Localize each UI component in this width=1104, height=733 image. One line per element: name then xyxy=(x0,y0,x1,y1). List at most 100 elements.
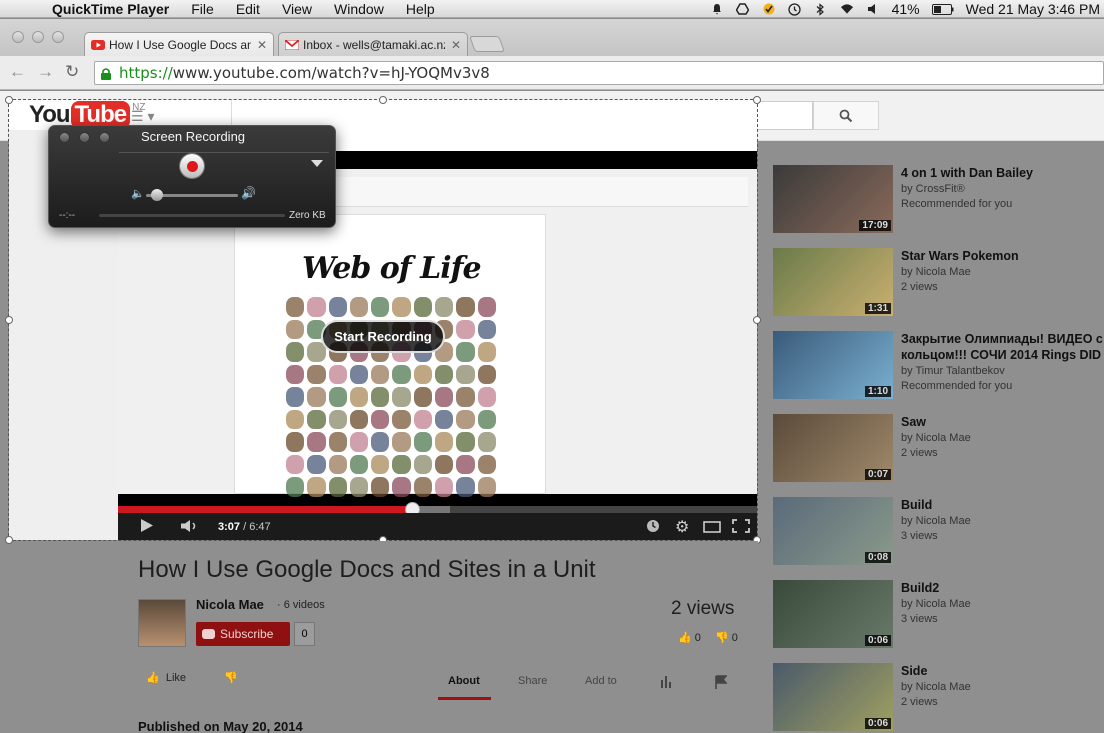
video-thumbnail[interactable]: 1:31 xyxy=(773,248,893,316)
guide-menu-icon[interactable]: ☰ ▾ xyxy=(131,108,154,125)
related-video-title[interactable]: 4 on 1 with Dan Bailey xyxy=(901,165,1104,181)
drive-icon[interactable] xyxy=(736,2,750,16)
tab-close-icon[interactable]: ✕ xyxy=(451,38,461,52)
record-button[interactable] xyxy=(180,154,204,178)
settings-gear-icon[interactable]: ⚙ xyxy=(675,517,689,537)
channel-name[interactable]: Nicola Mae xyxy=(196,597,264,612)
window-zoom-button[interactable] xyxy=(52,31,64,43)
grid-thumbnail xyxy=(456,319,475,340)
resize-handle-e[interactable] xyxy=(753,316,761,324)
related-video-channel[interactable]: by Nicola Mae xyxy=(901,266,971,278)
tab-youtube[interactable]: How I Use Google Docs and Sites in a Uni… xyxy=(84,32,274,56)
address-bar[interactable]: https:// www.youtube.com/watch?v=hJ-YOQM… xyxy=(94,61,1104,85)
related-video-channel[interactable]: by Nicola Mae xyxy=(901,598,971,610)
play-icon[interactable] xyxy=(140,518,154,536)
window-minimize-button[interactable] xyxy=(32,31,44,43)
grid-thumbnail xyxy=(456,387,475,407)
reload-icon[interactable]: ↻ xyxy=(65,62,79,82)
grid-thumbnail xyxy=(413,409,433,430)
hud-divider xyxy=(119,152,329,153)
wifi-icon[interactable] xyxy=(840,2,854,16)
related-video-title[interactable]: Saw xyxy=(901,414,1104,430)
volume-icon[interactable] xyxy=(180,519,200,536)
related-video-title[interactable]: Build xyxy=(901,497,1104,513)
menu-view[interactable]: View xyxy=(271,0,323,18)
back-icon[interactable]: ← xyxy=(9,62,26,82)
subscribe-button[interactable]: Subscribe xyxy=(196,622,290,646)
start-recording-button[interactable]: Start Recording xyxy=(321,320,445,353)
resize-handle-nw[interactable] xyxy=(5,96,13,104)
related-video-title[interactable]: Закрытие Олимпиады! ВИДЕО с кольцом!!! С… xyxy=(901,331,1104,363)
related-video-item[interactable]: 0:06 Build2 by Nicola Mae 3 views xyxy=(773,575,1104,648)
search-button[interactable] xyxy=(813,101,879,130)
related-video-channel[interactable]: by Nicola Mae xyxy=(901,515,971,527)
video-thumbnail[interactable]: 0:08 xyxy=(773,497,893,565)
related-video-title[interactable]: Side xyxy=(901,663,1104,679)
tab-add-to[interactable]: Add to xyxy=(585,675,617,687)
menubar-clock[interactable]: Wed 21 May 3:46 PM xyxy=(966,1,1100,17)
grid-thumbnail xyxy=(477,432,496,452)
window-close-button[interactable] xyxy=(12,31,24,43)
related-video-title[interactable]: Star Wars Pokemon xyxy=(901,248,1104,264)
battery-icon[interactable] xyxy=(931,2,954,16)
resize-handle-w[interactable] xyxy=(5,316,13,324)
video-progress-bar[interactable] xyxy=(118,502,757,517)
video-thumbnail[interactable]: 17:09 xyxy=(773,165,893,233)
related-video-channel[interactable]: by Nicola Mae xyxy=(901,681,971,693)
like-count[interactable]: 👍 0 xyxy=(678,631,701,644)
grid-thumbnail xyxy=(286,297,305,317)
watch-later-icon[interactable] xyxy=(646,519,660,536)
search-icon xyxy=(839,109,853,122)
tab-gmail[interactable]: Inbox - wells@tamaki.ac.nz ✕ xyxy=(278,32,468,56)
fullscreen-icon[interactable] xyxy=(732,519,750,536)
related-video-channel[interactable]: by Timur Talantbekov xyxy=(901,365,1005,377)
norton-icon[interactable] xyxy=(762,2,776,16)
stats-icon[interactable] xyxy=(660,675,674,691)
volume-icon[interactable] xyxy=(866,2,880,16)
screen-recording-window[interactable]: Screen Recording 🔈 🔊 --:-- Zero KB xyxy=(48,125,336,228)
channel-avatar[interactable] xyxy=(138,599,186,647)
menu-app-name[interactable]: QuickTime Player xyxy=(30,0,180,18)
flag-icon[interactable] xyxy=(714,675,728,692)
menu-help[interactable]: Help xyxy=(395,0,446,18)
resize-handle-ne[interactable] xyxy=(753,96,761,104)
menu-file[interactable]: File xyxy=(180,0,225,18)
forward-icon[interactable]: → xyxy=(37,62,54,82)
dislike-button[interactable]: 👎 xyxy=(224,671,238,684)
related-video-channel[interactable]: by CrossFit® xyxy=(901,183,965,195)
dislike-count[interactable]: 👎 0 xyxy=(715,631,738,644)
new-tab-button[interactable] xyxy=(469,36,505,52)
bluetooth-icon[interactable] xyxy=(814,2,828,16)
related-video-item[interactable]: 0:08 Build by Nicola Mae 3 views xyxy=(773,492,1104,565)
related-video-item[interactable]: 0:06 Side by Nicola Mae 2 views xyxy=(773,658,1104,731)
grid-thumbnail xyxy=(413,297,433,317)
options-dropdown-icon[interactable] xyxy=(311,160,323,167)
related-video-item[interactable]: 1:10 Закрытие Олимпиады! ВИДЕО с кольцом!… xyxy=(773,326,1104,399)
time-machine-icon[interactable] xyxy=(788,2,802,16)
tab-close-icon[interactable]: ✕ xyxy=(257,38,267,52)
related-video-item[interactable]: 1:31 Star Wars Pokemon by Nicola Mae 2 view… xyxy=(773,243,1104,316)
grid-thumbnail xyxy=(392,387,411,407)
video-thumbnail[interactable]: 0:07 xyxy=(773,414,893,482)
video-thumbnail[interactable]: 1:10 xyxy=(773,331,893,399)
resize-handle-sw[interactable] xyxy=(5,536,13,544)
resize-handle-n[interactable] xyxy=(379,96,387,104)
like-button[interactable]: 👍 Like xyxy=(146,671,186,684)
tab-share[interactable]: Share xyxy=(518,675,547,687)
related-video-item[interactable]: 0:07 Saw by Nicola Mae 2 views xyxy=(773,409,1104,482)
volume-slider-knob[interactable] xyxy=(150,189,163,201)
notification-icon[interactable] xyxy=(710,2,724,16)
grid-thumbnail xyxy=(286,342,305,362)
grid-thumbnail xyxy=(392,409,411,430)
menu-edit[interactable]: Edit xyxy=(225,0,271,18)
menu-window[interactable]: Window xyxy=(323,0,395,18)
theater-mode-icon[interactable] xyxy=(703,520,721,536)
video-thumbnail[interactable]: 0:06 xyxy=(773,580,893,648)
channel-video-count[interactable]: · 6 videos xyxy=(277,599,325,611)
related-video-channel[interactable]: by Nicola Mae xyxy=(901,432,971,444)
related-video-title[interactable]: Build2 xyxy=(901,580,1104,596)
thumbs-down-icon: 👎 xyxy=(715,632,729,644)
related-video-item[interactable]: 17:09 4 on 1 with Dan Bailey by CrossFit® R… xyxy=(773,160,1104,233)
video-thumbnail[interactable]: 0:06 xyxy=(773,663,893,731)
tab-about[interactable]: About xyxy=(448,675,480,687)
